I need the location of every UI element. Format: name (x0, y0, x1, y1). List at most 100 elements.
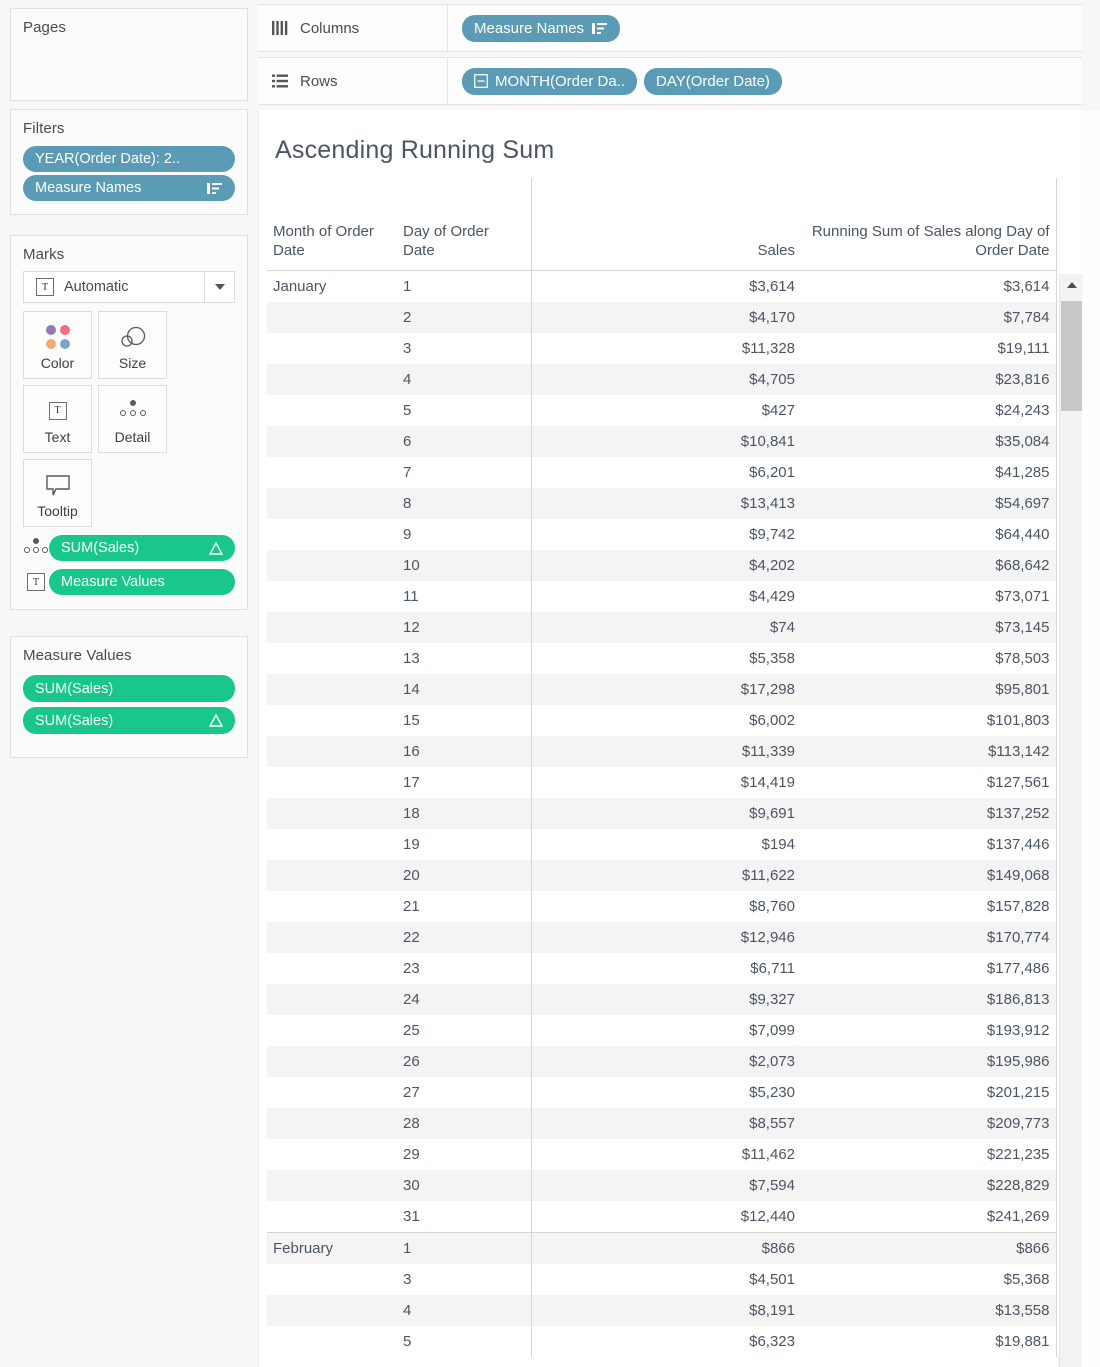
scrollbar-thumb[interactable] (1061, 301, 1082, 411)
table-row[interactable]: 6$10,841$35,084 (267, 426, 1056, 457)
cell-sales: $866 (531, 1232, 801, 1264)
table-row[interactable]: 7$6,201$41,285 (267, 457, 1056, 488)
table-row[interactable]: 8$13,413$54,697 (267, 488, 1056, 519)
cell-day: 1 (397, 270, 531, 302)
mark-type-dropdown[interactable]: T Automatic (23, 271, 235, 303)
measure-values-pill-1[interactable]: SUM(Sales) (23, 675, 235, 702)
table-row[interactable]: 21$8,760$157,828 (267, 891, 1056, 922)
detail-button[interactable]: Detail (98, 385, 167, 453)
table-row[interactable]: 31$12,440$241,269 (267, 1201, 1056, 1233)
marks-card: Marks T Automatic Color Size (10, 235, 248, 610)
tooltip-button-label: Tooltip (37, 503, 77, 519)
cell-day: 31 (397, 1201, 531, 1233)
cell-day: 2 (397, 302, 531, 333)
crosstab-table: Month of Order Date Day of Order Date Sa… (267, 178, 1057, 1357)
table-row[interactable]: 9$9,742$64,440 (267, 519, 1056, 550)
table-row[interactable]: 23$6,711$177,486 (267, 953, 1056, 984)
table-row[interactable]: 4$8,191$13,558 (267, 1295, 1056, 1326)
tooltip-button[interactable]: Tooltip (23, 459, 92, 527)
cell-day: 3 (397, 333, 531, 364)
cell-running-sum: $64,440 (801, 519, 1056, 550)
cell-sales: $5,358 (531, 643, 801, 674)
column-header-running-sum[interactable]: Running Sum of Sales along Day of Order … (801, 178, 1056, 270)
table-row[interactable]: 3$11,328$19,111 (267, 333, 1056, 364)
table-row[interactable]: 12$74$73,145 (267, 612, 1056, 643)
cell-month (267, 550, 397, 581)
cell-day: 18 (397, 798, 531, 829)
cell-running-sum: $95,801 (801, 674, 1056, 705)
table-row[interactable]: 29$11,462$221,235 (267, 1139, 1056, 1170)
table-row[interactable]: 16$11,339$113,142 (267, 736, 1056, 767)
rows-pill-month-order-date[interactable]: MONTH(Order Da.. (462, 68, 637, 95)
table-row[interactable]: 14$17,298$95,801 (267, 674, 1056, 705)
columns-shelf-content: Measure Names (448, 15, 620, 42)
measure-values-pill-2[interactable]: SUM(Sales) (23, 707, 235, 734)
table-row[interactable]: 10$4,202$68,642 (267, 550, 1056, 581)
cell-running-sum: $127,561 (801, 767, 1056, 798)
table-row[interactable]: 2$4,170$7,784 (267, 302, 1056, 333)
marks-pill-measure-values[interactable]: Measure Values (49, 569, 235, 595)
table-row[interactable]: 28$8,557$209,773 (267, 1108, 1056, 1139)
cell-day: 13 (397, 643, 531, 674)
table-row[interactable]: 15$6,002$101,803 (267, 705, 1056, 736)
cell-month (267, 643, 397, 674)
table-row[interactable]: 4$4,705$23,816 (267, 364, 1056, 395)
text-mark-icon: T (36, 278, 54, 296)
marks-pill-row-measure-values: T Measure Values (23, 569, 235, 595)
column-header-sales[interactable]: Sales (531, 178, 801, 270)
filter-pill-year-order-date[interactable]: YEAR(Order Date): 2.. (23, 146, 235, 172)
size-button[interactable]: Size (98, 311, 167, 379)
rows-shelf[interactable]: Rows MONTH(Order Da.. DAY(Order Date) (258, 57, 1100, 105)
cell-running-sum: $68,642 (801, 550, 1056, 581)
cell-month (267, 1170, 397, 1201)
table-row[interactable]: January1$3,614$3,614 (267, 270, 1056, 302)
columns-shelf-title: Columns (300, 20, 359, 37)
cell-month (267, 519, 397, 550)
columns-shelf[interactable]: Columns Measure Names (258, 4, 1100, 52)
table-row[interactable]: 13$5,358$78,503 (267, 643, 1056, 674)
cell-sales: $194 (531, 829, 801, 860)
cell-month (267, 1326, 397, 1357)
table-row[interactable]: 3$4,501$5,368 (267, 1264, 1056, 1295)
table-row[interactable]: 17$14,419$127,561 (267, 767, 1056, 798)
cell-day: 19 (397, 829, 531, 860)
column-header-month[interactable]: Month of Order Date (267, 178, 397, 270)
cell-running-sum: $149,068 (801, 860, 1056, 891)
marks-pill-sum-sales[interactable]: SUM(Sales) (49, 535, 235, 561)
table-row[interactable]: February1$866$866 (267, 1232, 1056, 1264)
cell-month (267, 674, 397, 705)
rows-pill-day-order-date[interactable]: DAY(Order Date) (644, 68, 782, 95)
table-row[interactable]: 30$7,594$228,829 (267, 1170, 1056, 1201)
table-row[interactable]: 24$9,327$186,813 (267, 984, 1056, 1015)
cell-day: 10 (397, 550, 531, 581)
table-row[interactable]: 25$7,099$193,912 (267, 1015, 1056, 1046)
color-button[interactable]: Color (23, 311, 92, 379)
table-row[interactable]: 20$11,622$149,068 (267, 860, 1056, 891)
scroll-up-button[interactable] (1060, 274, 1083, 296)
cell-day: 3 (397, 1264, 531, 1295)
text-button[interactable]: T Text (23, 385, 92, 453)
cell-month (267, 1201, 397, 1233)
cell-sales: $4,429 (531, 581, 801, 612)
cell-day: 30 (397, 1170, 531, 1201)
column-header-day[interactable]: Day of Order Date (397, 178, 531, 270)
cell-sales: $6,711 (531, 953, 801, 984)
table-row[interactable]: 5$6,323$19,881 (267, 1326, 1056, 1357)
table-row[interactable]: 22$12,946$170,774 (267, 922, 1056, 953)
filter-pill-measure-names[interactable]: Measure Names (23, 175, 235, 201)
table-row[interactable]: 27$5,230$201,215 (267, 1077, 1056, 1108)
vertical-scrollbar[interactable] (1059, 274, 1082, 1367)
left-panel: Pages Filters YEAR(Order Date): 2.. Meas… (0, 0, 258, 1367)
cell-sales: $74 (531, 612, 801, 643)
table-row[interactable]: 26$2,073$195,986 (267, 1046, 1056, 1077)
columns-pill-label: Measure Names (474, 20, 584, 37)
columns-pill-measure-names[interactable]: Measure Names (462, 15, 620, 42)
table-row[interactable]: 11$4,429$73,071 (267, 581, 1056, 612)
cell-sales: $12,440 (531, 1201, 801, 1233)
table-row[interactable]: 19$194$137,446 (267, 829, 1056, 860)
table-row[interactable]: 18$9,691$137,252 (267, 798, 1056, 829)
chevron-down-icon[interactable] (204, 272, 234, 302)
table-row[interactable]: 5$427$24,243 (267, 395, 1056, 426)
collapse-icon[interactable] (474, 74, 488, 88)
cell-month (267, 488, 397, 519)
